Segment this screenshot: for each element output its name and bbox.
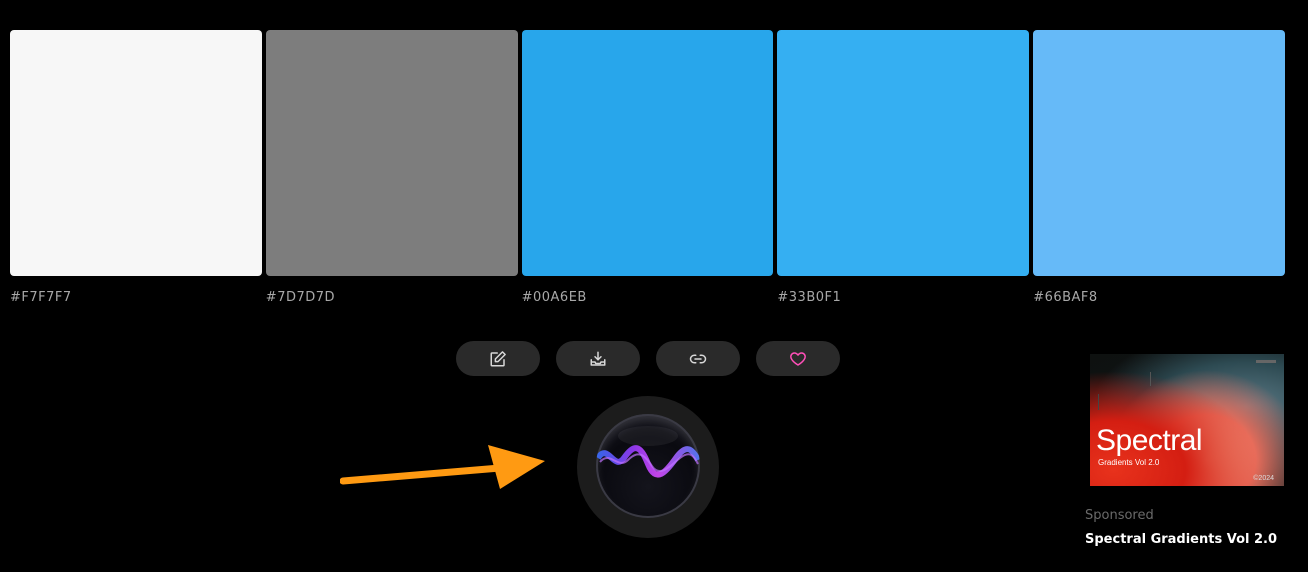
hex-codes: #F7F7F7 #7D7D7D #00A6EB #33B0F1 #66BAF8 [10, 290, 1285, 305]
edit-button[interactable] [456, 341, 540, 376]
sponsored-ad: Spectral Gradients Vol 2.0 ©2024 Sponsor… [1085, 354, 1285, 547]
link-icon [689, 354, 707, 363]
annotation-arrow [340, 445, 545, 489]
assistant-orb-button[interactable] [577, 396, 719, 538]
like-button[interactable] [756, 341, 840, 376]
sponsored-label: Sponsored [1085, 508, 1154, 523]
ad-image-title: Spectral [1096, 424, 1203, 457]
ad-title-link[interactable]: Spectral Gradients Vol 2.0 [1085, 532, 1285, 547]
swatch-1[interactable] [10, 30, 262, 276]
download-icon [590, 351, 606, 366]
hex-code[interactable]: #33B0F1 [777, 290, 1029, 305]
heart-icon [790, 351, 806, 366]
ad-image-subtitle: Gradients Vol 2.0 [1098, 458, 1160, 467]
swatch-4[interactable] [777, 30, 1030, 276]
color-palette [10, 30, 1285, 276]
palette-actions [456, 341, 840, 376]
orb-wave-icon [596, 426, 700, 478]
hex-code[interactable]: #66BAF8 [1033, 290, 1285, 305]
ad-image[interactable]: Spectral Gradients Vol 2.0 ©2024 [1090, 354, 1284, 486]
swatch-5[interactable] [1033, 30, 1285, 276]
download-button[interactable] [556, 341, 640, 376]
hex-code[interactable]: #00A6EB [522, 290, 774, 305]
copy-link-button[interactable] [656, 341, 740, 376]
ad-image-decoration [1256, 360, 1276, 363]
hex-code[interactable]: #7D7D7D [266, 290, 518, 305]
ad-image-year: ©2024 [1253, 475, 1274, 482]
ad-image-decoration [1150, 372, 1174, 386]
hex-code[interactable]: #F7F7F7 [10, 290, 262, 305]
swatch-3[interactable] [521, 30, 774, 276]
swatch-2[interactable] [265, 30, 518, 276]
edit-icon [490, 350, 506, 366]
assistant-orb [596, 414, 700, 518]
ad-image-decoration [1098, 394, 1138, 410]
